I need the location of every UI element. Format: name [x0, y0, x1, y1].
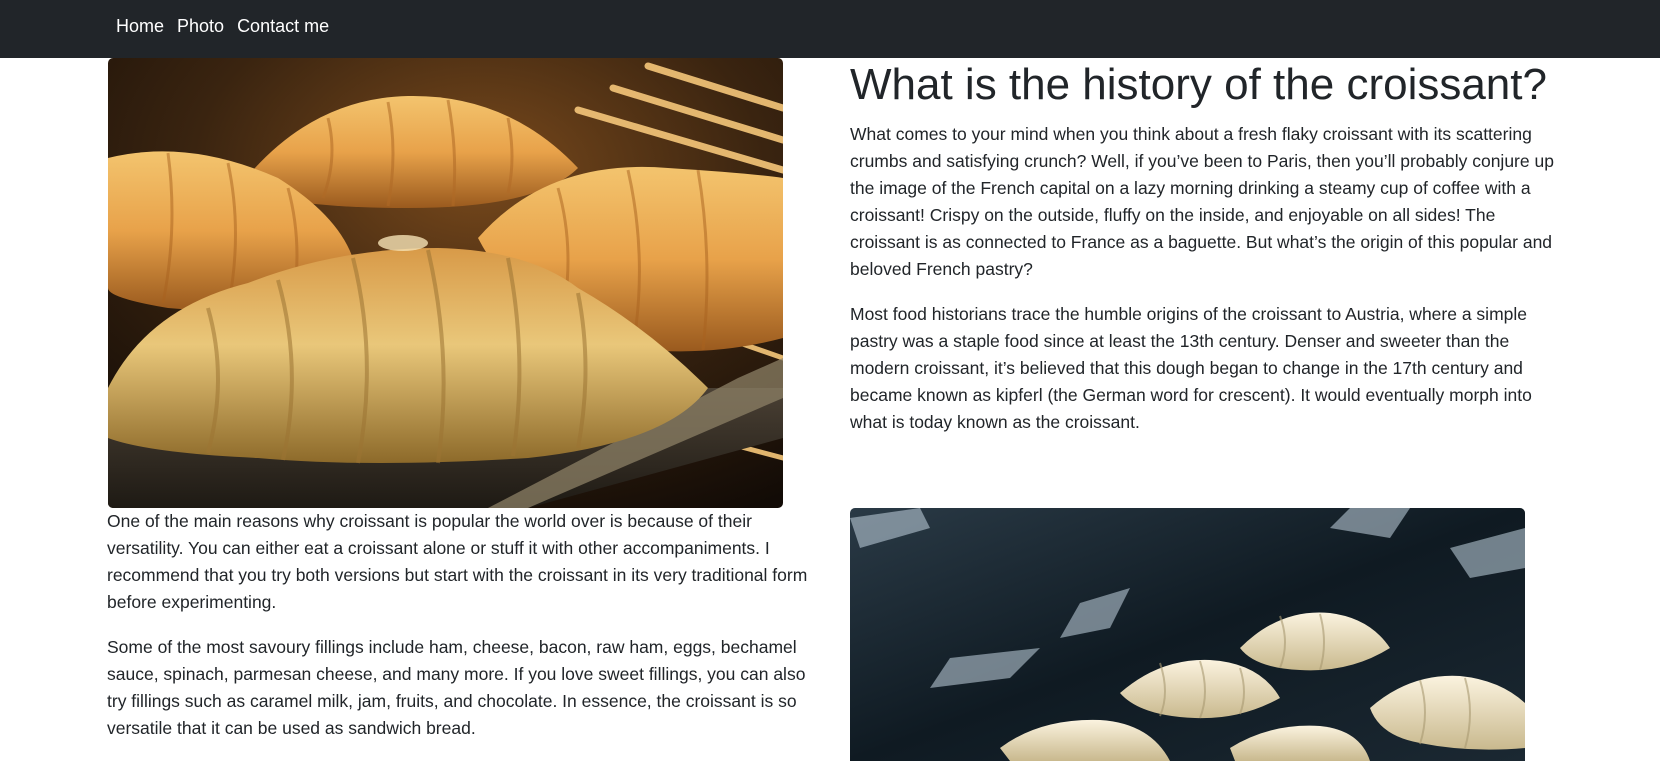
croissants-dark-tray-photo: [850, 508, 1525, 761]
article-paragraph-2: Most food historians trace the humble or…: [850, 304, 1532, 432]
article-paragraph-1: What comes to your mind when you think a…: [850, 124, 1554, 279]
article-paragraph-4: Some of the most savoury fillings includ…: [107, 637, 806, 738]
nav-links: Home Photo Contact me: [116, 0, 342, 52]
nav-link-home[interactable]: Home: [116, 16, 164, 37]
article-paragraph-3: One of the main reasons why croissant is…: [107, 511, 808, 612]
nav-link-photo[interactable]: Photo: [177, 16, 224, 37]
nav-link-contact[interactable]: Contact me: [237, 16, 329, 37]
croissants-oven-photo: [108, 58, 783, 508]
top-navbar: Home Photo Contact me: [0, 0, 1660, 58]
article-heading: What is the history of the croissant?: [850, 60, 1547, 109]
